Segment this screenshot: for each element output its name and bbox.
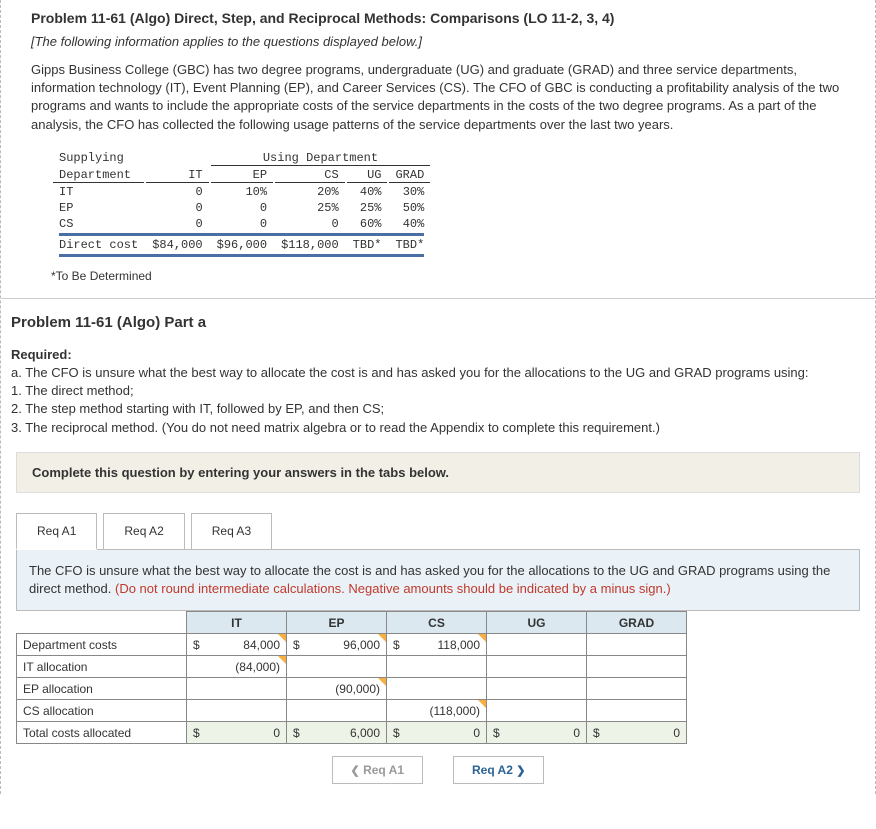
ans-col-it: IT — [187, 612, 287, 634]
required-label: Required: — [11, 347, 72, 362]
answer-row: IT allocation(84,000) — [17, 656, 687, 678]
answer-cell[interactable] — [287, 700, 387, 722]
answer-cell[interactable] — [387, 678, 487, 700]
edited-corner-icon — [278, 634, 286, 642]
col-ug: UG — [347, 168, 388, 183]
usage-row-it: IT 0 10% 20% 40% 30% — [53, 185, 430, 199]
ans-col-ep: EP — [287, 612, 387, 634]
tab-req-a1[interactable]: Req A1 — [16, 513, 97, 550]
prev-button[interactable]: ❮ Req A1 — [332, 756, 423, 784]
answer-cell[interactable]: $0 — [587, 722, 687, 744]
answer-cell[interactable]: $0 — [487, 722, 587, 744]
answer-cell[interactable] — [287, 656, 387, 678]
answer-cell[interactable] — [487, 634, 587, 656]
problem-title: Problem 11-61 (Algo) Direct, Step, and R… — [31, 10, 845, 26]
answer-row-label: Total costs allocated — [17, 722, 187, 744]
answer-cell[interactable] — [387, 656, 487, 678]
req-3: 3. The reciprocal method. (You do not ne… — [11, 420, 660, 435]
answer-cell[interactable] — [487, 678, 587, 700]
answer-cell[interactable]: (118,000) — [387, 700, 487, 722]
next-button[interactable]: Req A2 ❯ — [453, 756, 544, 784]
answer-row-label: IT allocation — [17, 656, 187, 678]
tab-warning: (Do not round intermediate calculations.… — [115, 581, 671, 596]
edited-corner-icon — [478, 700, 486, 708]
usage-row-cs: CS 0 0 0 60% 40% — [53, 217, 430, 231]
answer-cell[interactable]: $96,000 — [287, 634, 387, 656]
instruction-box: Complete this question by entering your … — [16, 452, 860, 493]
req-2: 2. The step method starting with IT, fol… — [11, 401, 384, 416]
answer-row-label: Department costs — [17, 634, 187, 656]
answer-cell[interactable]: $6,000 — [287, 722, 387, 744]
chevron-left-icon: ❮ — [351, 765, 360, 777]
tab-content: The CFO is unsure what the best way to a… — [16, 549, 860, 611]
answer-cell[interactable] — [187, 700, 287, 722]
problem-intro: [The following information applies to th… — [31, 34, 845, 49]
requirements: Required: a. The CFO is unsure what the … — [11, 346, 870, 437]
problem-description: Gipps Business College (GBC) has two deg… — [31, 61, 845, 134]
answer-table: IT EP CS UG GRAD Department costs$84,000… — [16, 611, 687, 744]
col-ep: EP — [211, 168, 273, 183]
part-title: Problem 11-61 (Algo) Part a — [11, 314, 870, 331]
ans-col-cs: CS — [387, 612, 487, 634]
answer-cell[interactable] — [487, 700, 587, 722]
using-dept-header: Using Department — [211, 151, 431, 166]
col-it: IT — [146, 168, 208, 183]
answer-cell[interactable]: $118,000 — [387, 634, 487, 656]
supplying-label-1: Supplying — [53, 151, 144, 166]
answer-cell[interactable]: (84,000) — [187, 656, 287, 678]
answer-row: CS allocation (118,000) — [17, 700, 687, 722]
answer-cell[interactable]: (90,000) — [287, 678, 387, 700]
edited-corner-icon — [478, 634, 486, 642]
answer-cell[interactable] — [587, 634, 687, 656]
answer-cell[interactable]: $0 — [187, 722, 287, 744]
answer-cell[interactable] — [587, 700, 687, 722]
col-cs: CS — [275, 168, 345, 183]
answer-row-label: CS allocation — [17, 700, 187, 722]
answer-cell[interactable] — [587, 678, 687, 700]
answer-row: Total costs allocated$0$6,000$0$0$0 — [17, 722, 687, 744]
answer-cell[interactable]: $0 — [387, 722, 487, 744]
col-grad: GRAD — [389, 168, 430, 183]
usage-table: Supplying Using Department Department IT… — [51, 149, 432, 259]
answer-row-label: EP allocation — [17, 678, 187, 700]
answer-cell[interactable] — [187, 678, 287, 700]
tab-req-a2[interactable]: Req A2 — [103, 513, 184, 550]
edited-corner-icon — [278, 656, 286, 664]
edited-corner-icon — [378, 678, 386, 686]
tabs: Req A1 Req A2 Req A3 — [16, 513, 870, 550]
problem-header: Problem 11-61 (Algo) Direct, Step, and R… — [1, 0, 875, 299]
tab-req-a3[interactable]: Req A3 — [191, 513, 272, 550]
usage-row-ep: EP 0 0 25% 25% 50% — [53, 201, 430, 215]
answer-row: EP allocation (90,000) — [17, 678, 687, 700]
ans-col-grad: GRAD — [587, 612, 687, 634]
usage-row-direct-cost: Direct cost $84,000 $96,000 $118,000 TBD… — [53, 238, 430, 252]
req-1: 1. The direct method; — [11, 383, 134, 398]
answer-row: Department costs$84,000$96,000$118,000 — [17, 634, 687, 656]
answer-cell[interactable] — [487, 656, 587, 678]
chevron-right-icon: ❯ — [516, 765, 525, 777]
supplying-label-2: Department — [53, 168, 144, 183]
answer-cell[interactable]: $84,000 — [187, 634, 287, 656]
answer-cell[interactable] — [587, 656, 687, 678]
nav-buttons: ❮ Req A1 Req A2 ❯ — [6, 756, 870, 784]
ans-col-ug: UG — [487, 612, 587, 634]
edited-corner-icon — [378, 634, 386, 642]
table-footnote: *To Be Determined — [51, 269, 845, 283]
req-a: a. The CFO is unsure what the best way t… — [11, 365, 809, 380]
